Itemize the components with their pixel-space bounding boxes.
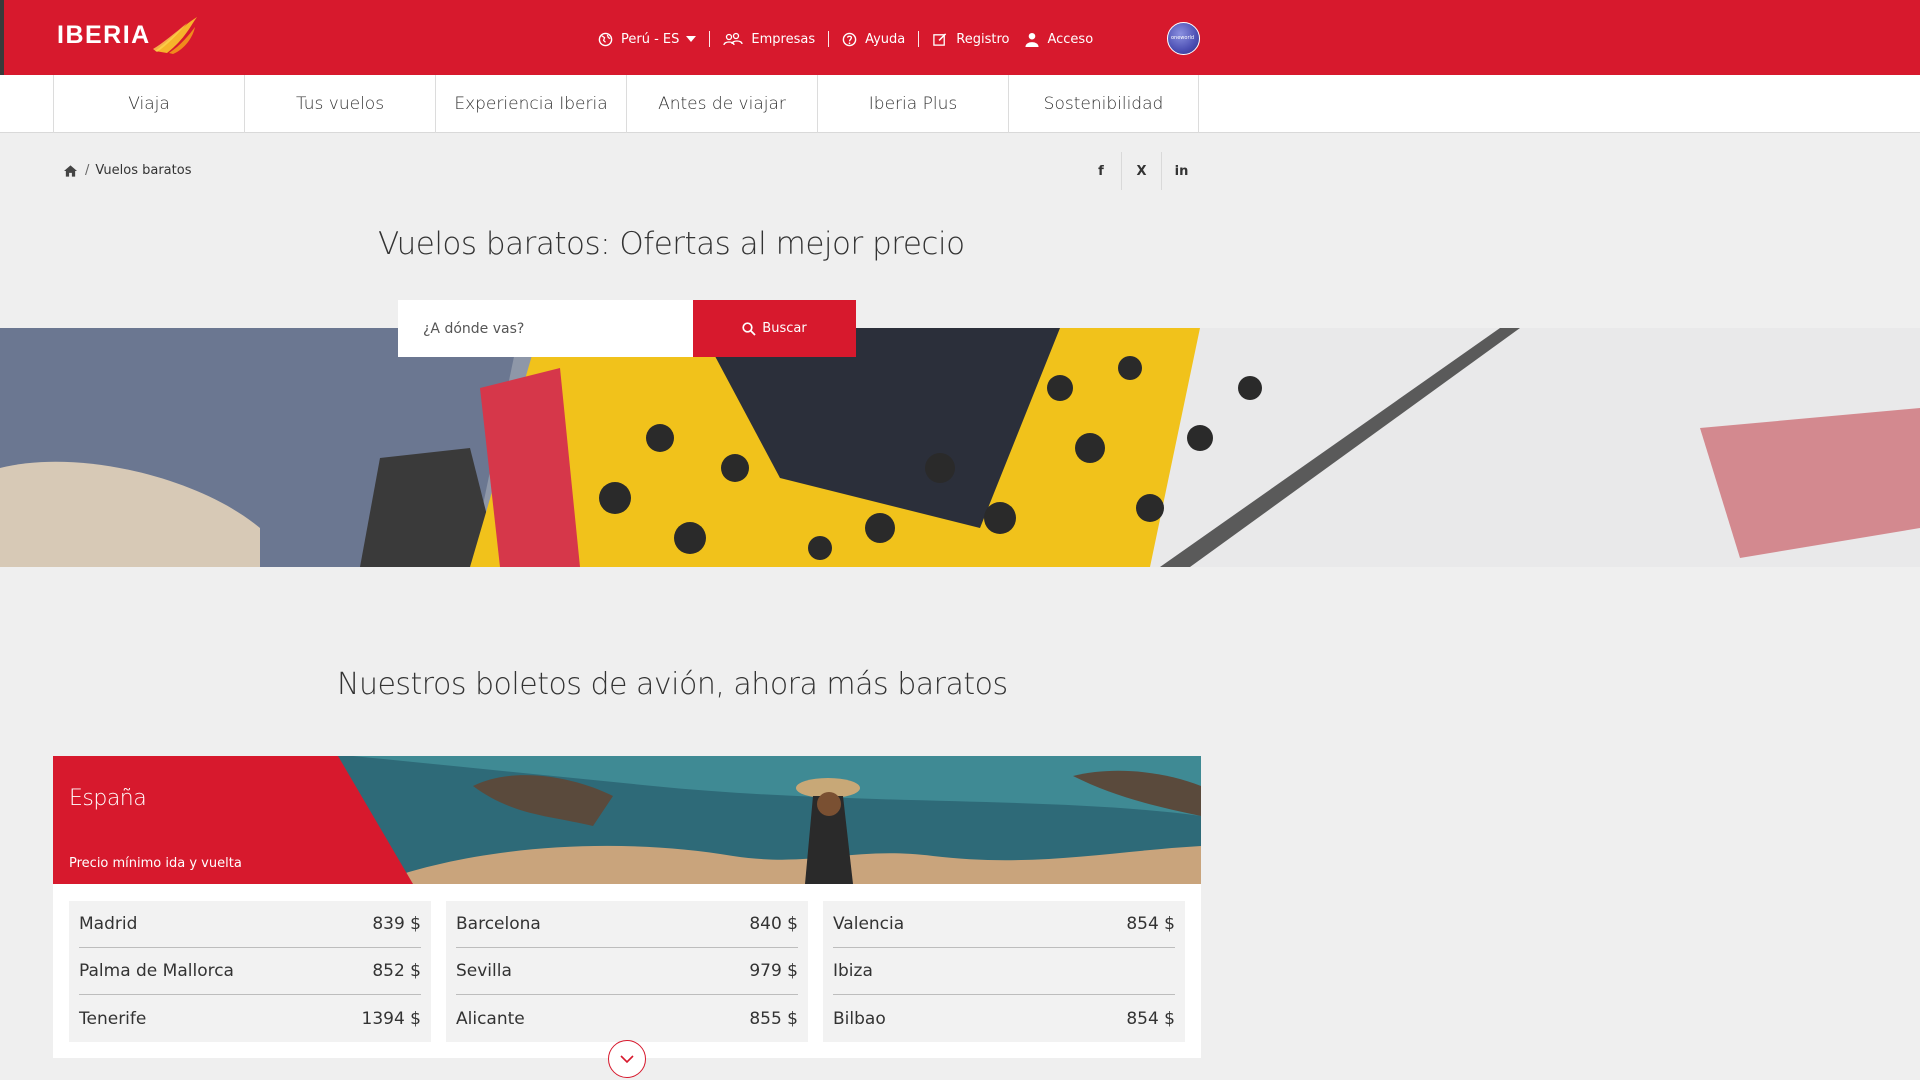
tab-iberia-plus[interactable]: Iberia Plus <box>817 75 1008 133</box>
city-name: Alicante <box>456 1008 525 1029</box>
registro-link[interactable]: Registro <box>932 32 1009 47</box>
list-item[interactable]: Tenerife 1394 $ <box>79 995 421 1042</box>
registro-label: Registro <box>956 31 1010 47</box>
city-name: Bilbao <box>833 1008 886 1029</box>
main-navigation: Viaja Tus vuelos Experiencia Iberia Ante… <box>0 75 1920 133</box>
city-price: 854 $ <box>1126 914 1175 934</box>
empresas-link[interactable]: Empresas <box>723 32 815 47</box>
chevron-down-icon <box>686 36 697 42</box>
divider <box>918 31 920 47</box>
tab-antes-de-viajar[interactable]: Antes de viajar <box>626 75 817 133</box>
home-icon[interactable] <box>64 164 77 177</box>
tab-sostenibilidad[interactable]: Sostenibilidad <box>1008 75 1199 133</box>
utility-nav: Perú - ES Empresas Ayuda Registro Acceso <box>598 27 1093 51</box>
section-title: Nuestros boletos de avión, ahora más bar… <box>337 667 1008 702</box>
price-column: Madrid 839 $ Palma de Mallorca 852 $ Tener… <box>69 901 431 1042</box>
iberia-wing-icon <box>152 17 197 54</box>
list-item[interactable]: Barcelona 840 $ <box>456 901 798 948</box>
destination-card-spain: España Precio mínimo ida y vuelta Madrid… <box>53 756 1201 1058</box>
x-twitter-icon[interactable]: X <box>1121 152 1161 190</box>
country-name: España <box>69 786 147 811</box>
hero-travel-photo <box>0 328 1920 567</box>
iberia-logo[interactable]: IBERIA <box>57 14 199 56</box>
breadcrumb: / Vuelos baratos <box>64 163 191 178</box>
region-selector[interactable]: Perú - ES <box>598 31 697 47</box>
alliance-label: oneworld <box>1171 35 1195 41</box>
city-name: Ibiza <box>833 961 873 981</box>
divider <box>709 31 711 47</box>
list-item[interactable]: Madrid 839 $ <box>79 901 421 948</box>
city-price: 839 $ <box>372 914 421 934</box>
tab-experiencia-iberia[interactable]: Experiencia Iberia <box>435 75 626 133</box>
user-icon <box>1025 32 1040 47</box>
card-banner: España Precio mínimo ida y vuelta <box>53 756 1201 884</box>
city-name: Valencia <box>833 914 905 934</box>
breadcrumb-separator: / <box>85 163 90 178</box>
price-subtitle: Precio mínimo ida y vuelta <box>69 856 242 871</box>
people-icon <box>723 32 744 46</box>
chevron-down-icon <box>620 1054 634 1063</box>
hero-image <box>0 328 1920 567</box>
search-button-label: Buscar <box>762 321 807 336</box>
help-icon <box>842 32 857 46</box>
price-columns: Madrid 839 $ Palma de Mallorca 852 $ Tener… <box>69 901 1185 1042</box>
ayuda-link[interactable]: Ayuda <box>842 32 905 47</box>
facebook-icon[interactable]: f <box>1081 152 1121 190</box>
search-icon <box>742 321 756 336</box>
city-price: 852 $ <box>372 961 421 981</box>
list-item[interactable]: Sevilla 979 $ <box>456 948 798 995</box>
list-item[interactable]: Ibiza <box>833 948 1175 995</box>
empresas-label: Empresas <box>751 31 816 47</box>
city-price: 855 $ <box>749 1008 798 1029</box>
social-share: f X in <box>1081 152 1201 190</box>
city-price: 979 $ <box>749 961 798 981</box>
breadcrumb-current: Vuelos baratos <box>95 163 192 178</box>
city-name: Sevilla <box>456 961 512 981</box>
city-name: Madrid <box>79 914 138 934</box>
price-column: Valencia 854 $ Ibiza Bilbao 854 $ <box>823 901 1185 1042</box>
linkedin-icon[interactable]: in <box>1161 152 1201 190</box>
city-price: 840 $ <box>749 914 798 934</box>
expand-button[interactable] <box>608 1040 646 1078</box>
city-price: 1394 $ <box>361 1008 421 1029</box>
ayuda-label: Ayuda <box>865 31 906 47</box>
list-item[interactable]: Valencia 854 $ <box>833 901 1175 948</box>
city-name: Tenerife <box>79 1008 147 1029</box>
tab-viaja[interactable]: Viaja <box>53 75 244 133</box>
acceso-label: Acceso <box>1047 31 1094 47</box>
search-button[interactable]: Buscar <box>693 300 856 357</box>
edit-icon <box>933 32 947 46</box>
top-header: IBERIA Perú - ES Empresas Ayuda Registro… <box>0 0 1920 100</box>
city-name: Palma de Mallorca <box>79 961 234 981</box>
list-item[interactable]: Alicante 855 $ <box>456 995 798 1042</box>
tab-tus-vuelos[interactable]: Tus vuelos <box>244 75 435 133</box>
destination-search-input[interactable]: ¿A dónde vas? <box>398 300 693 357</box>
acceso-link[interactable]: Acceso <box>1025 32 1093 47</box>
oneworld-badge[interactable]: oneworld <box>1167 22 1200 55</box>
globe-icon <box>598 32 613 46</box>
divider <box>828 31 830 47</box>
page-title: Vuelos baratos: Ofertas al mejor precio <box>378 226 965 262</box>
brand-wordmark: IBERIA <box>57 20 151 49</box>
list-item[interactable]: Bilbao 854 $ <box>833 995 1175 1042</box>
price-column: Barcelona 840 $ Sevilla 979 $ Alicante 855 … <box>446 901 808 1042</box>
list-item[interactable]: Palma de Mallorca 852 $ <box>79 948 421 995</box>
region-label: Perú - ES <box>621 31 680 47</box>
city-price: 854 $ <box>1126 1008 1175 1029</box>
destination-search: ¿A dónde vas? Buscar <box>398 300 856 357</box>
city-name: Barcelona <box>456 914 541 934</box>
